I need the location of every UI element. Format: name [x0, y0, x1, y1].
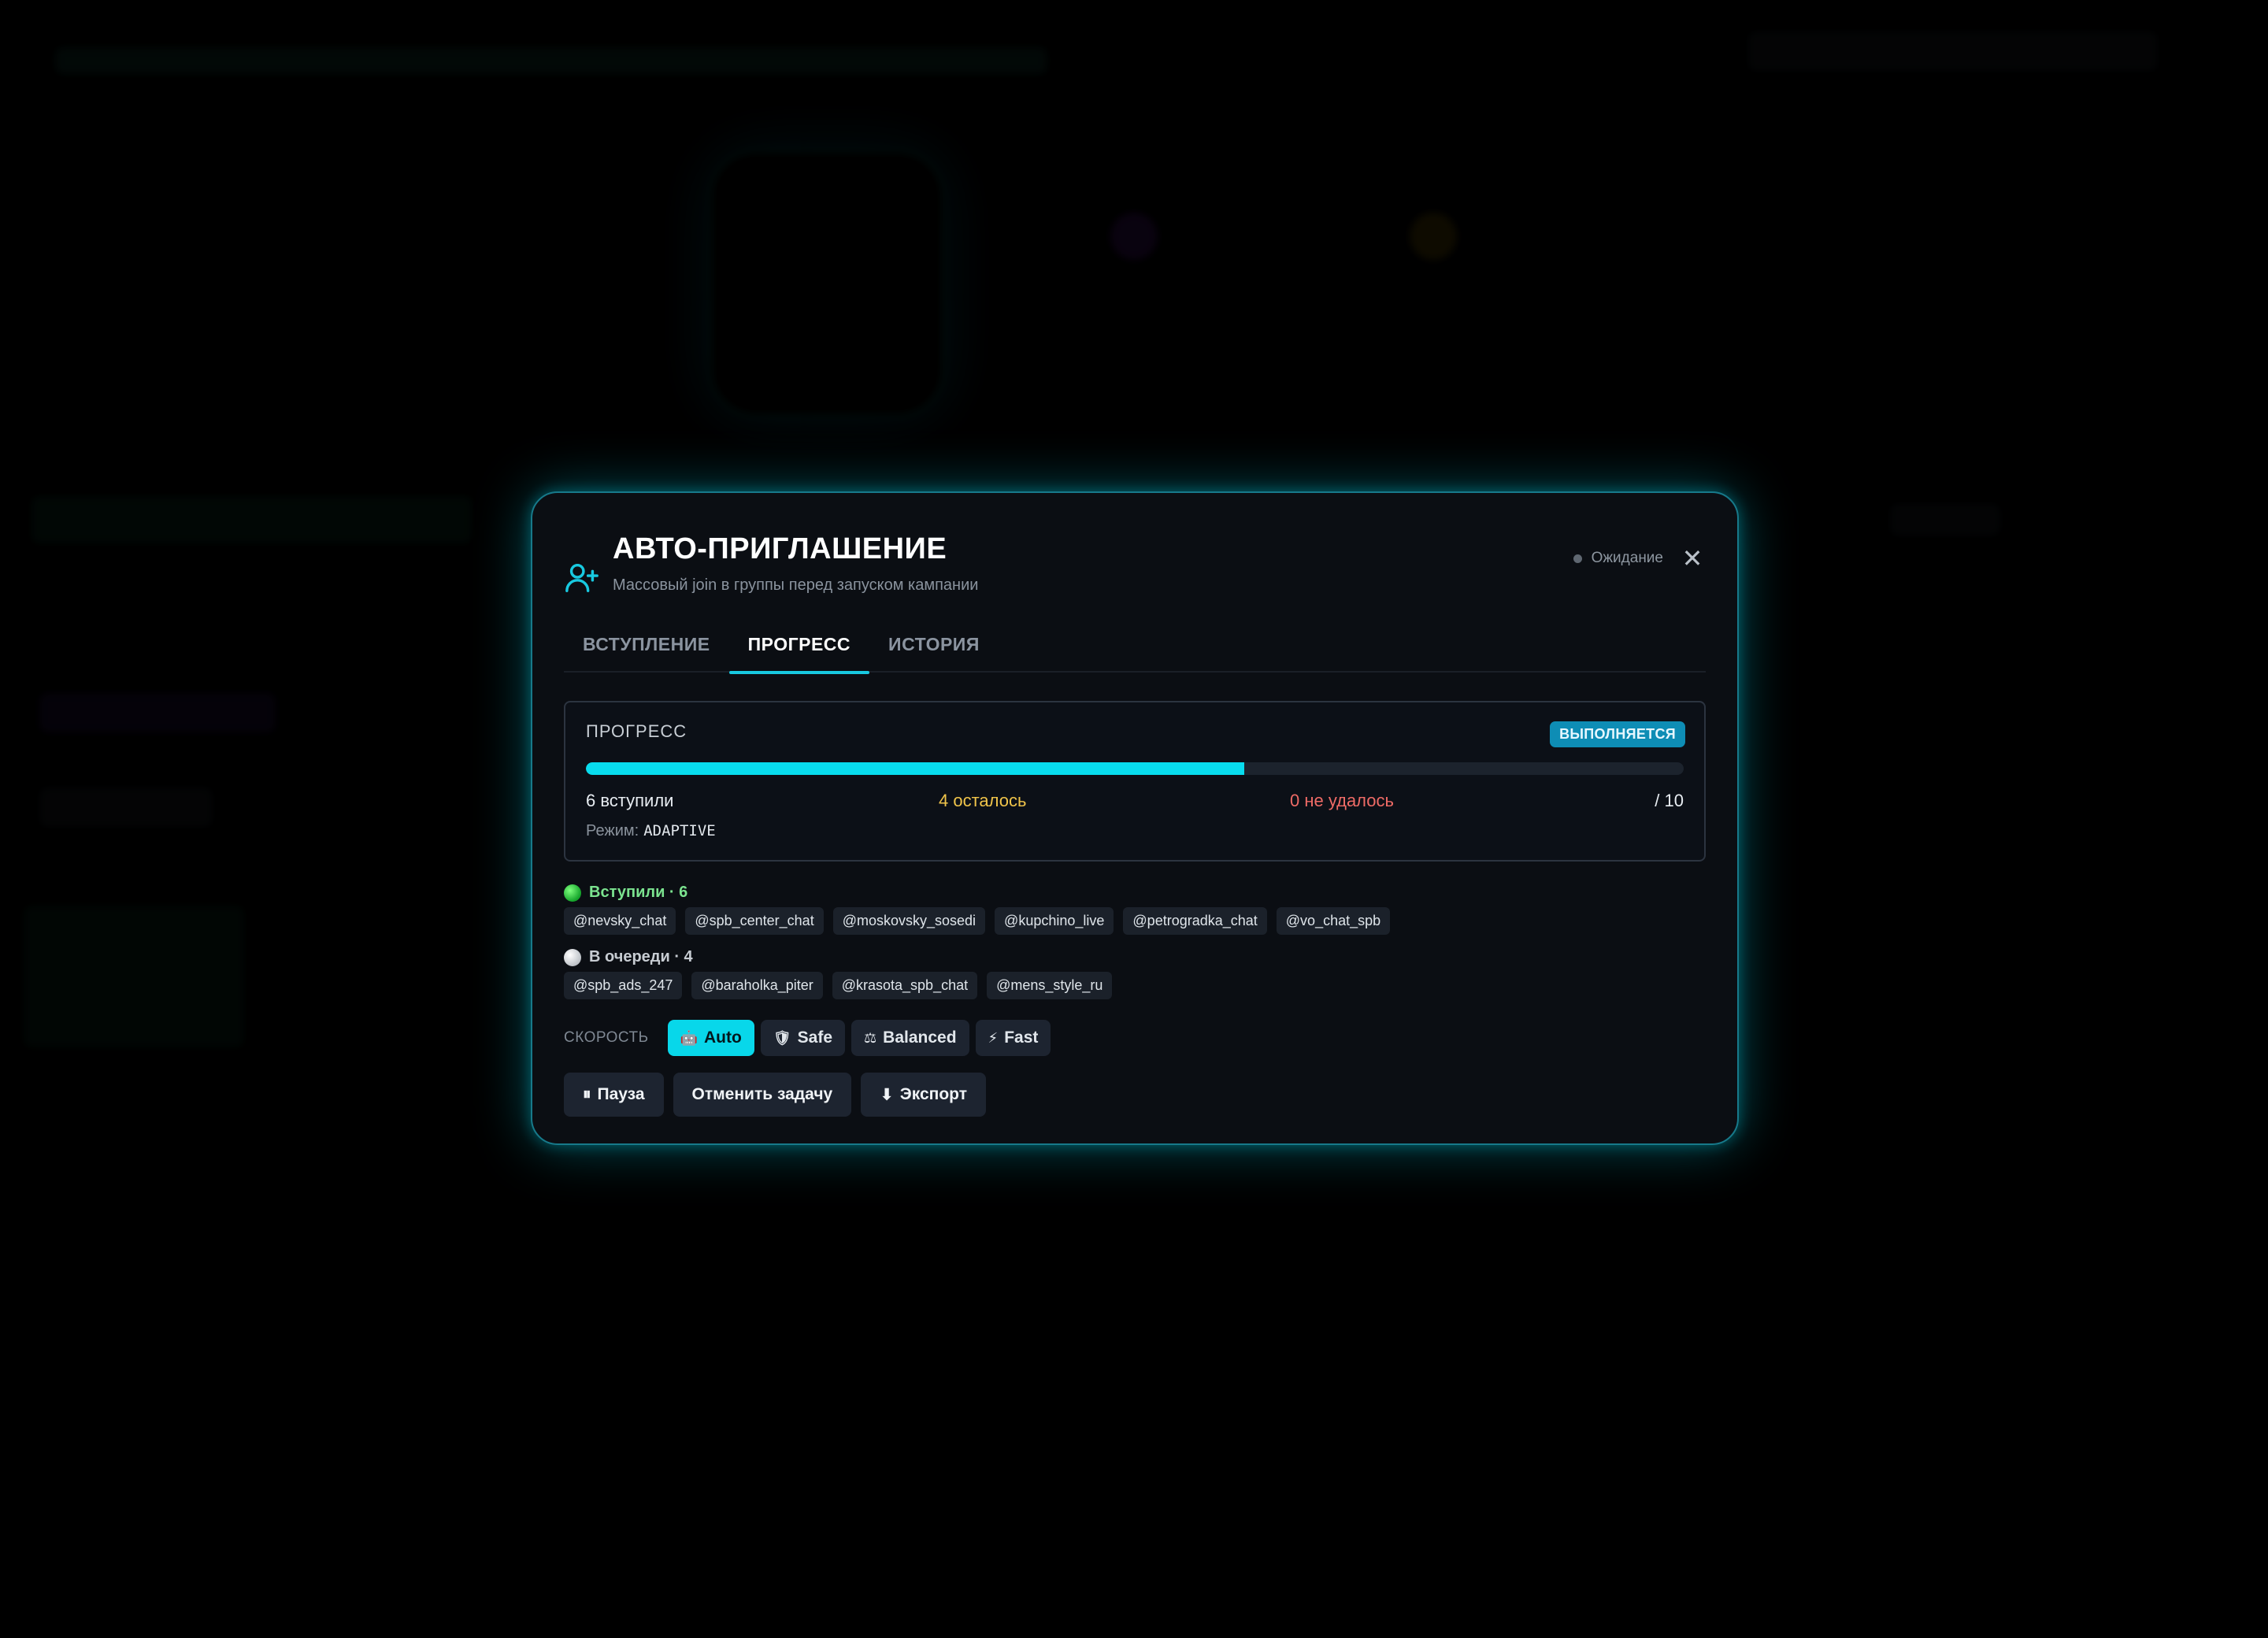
close-icon: ✕ [1681, 544, 1703, 573]
remaining-count: 4 осталось [939, 791, 1027, 810]
speed-fast-label: Fast [1004, 1028, 1039, 1047]
speed-selector: СКОРОСТЬ 🤖 Auto 🛡 Safe ⚖ Balanced ⚡ Fast [564, 1019, 1051, 1057]
queue-chips: @spb_ads_247 @baraholka_piter @krasota_s… [564, 972, 1113, 999]
download-icon: ⬇ [880, 1085, 894, 1104]
chip-joined[interactable]: @moskovsky_sosedi [832, 907, 986, 935]
chip-queued[interactable]: @spb_ads_247 [564, 972, 683, 999]
speed-safe-button[interactable]: 🛡 Safe [760, 1020, 846, 1056]
total-count: / 10 [1655, 791, 1684, 810]
mode-label: Режим: [586, 822, 639, 839]
user-plus-icon [565, 563, 598, 592]
status-badge: ВЫПОЛНЯЕТСЯ [1550, 721, 1685, 747]
failed-count: 0 не удалось [1290, 791, 1394, 810]
close-button[interactable]: ✕ [1679, 544, 1706, 573]
queue-group-title: В очереди · 4 [589, 948, 693, 965]
progress-label: ПРОГРЕСС [586, 721, 687, 741]
status-dot-icon [1573, 554, 1582, 563]
chip-joined[interactable]: @petrogradka_chat [1123, 907, 1267, 935]
mode-value: ADAPTIVE [643, 822, 716, 839]
export-button[interactable]: ⬇ Экспорт [861, 1073, 986, 1117]
cancel-task-button[interactable]: Отменить задачу [673, 1073, 852, 1117]
white-circle-icon [564, 948, 581, 966]
tab-join[interactable]: ВСТУПЛЕНИЕ [564, 624, 729, 673]
green-circle-icon [564, 884, 581, 902]
status-indicator: Ожидание [1573, 550, 1663, 567]
tab-progress[interactable]: ПРОГРЕСС [728, 624, 870, 674]
export-label: Экспорт [899, 1085, 967, 1103]
tab-bar: ВСТУПЛЕНИЕ ПРОГРЕСС ИСТОРИЯ [564, 624, 1706, 674]
speed-fast-button[interactable]: ⚡ Fast [975, 1020, 1051, 1056]
modal-title: АВТО-ПРИГЛАШЕНИЕ [613, 532, 947, 565]
pause-button[interactable]: ⏸ Пауза [564, 1073, 664, 1117]
chip-joined[interactable]: @spb_center_chat [685, 907, 824, 935]
joined-chips: @nevsky_chat @spb_center_chat @moskovsky… [564, 907, 1391, 935]
speed-balanced-button[interactable]: ⚖ Balanced [851, 1020, 969, 1056]
progress-fill [586, 762, 1245, 775]
joined-group-title: Вступили · 6 [589, 884, 688, 901]
joined-group-header: Вступили · 6 [564, 884, 687, 902]
cancel-task-label: Отменить задачу [691, 1085, 833, 1103]
pause-label: Пауза [597, 1085, 645, 1103]
chip-queued[interactable]: @baraholka_piter [691, 972, 823, 999]
speed-auto-button[interactable]: 🤖 Auto [667, 1020, 754, 1056]
speed-safe-label: Safe [797, 1028, 833, 1047]
chip-joined[interactable]: @vo_chat_spb [1276, 907, 1391, 935]
speed-label: СКОРОСТЬ [564, 1029, 649, 1046]
tab-history[interactable]: ИСТОРИЯ [869, 624, 999, 673]
modal-subtitle: Массовый join в группы перед запуском ка… [613, 576, 979, 594]
robot-icon: 🤖 [680, 1029, 698, 1046]
lightning-icon: ⚡ [988, 1029, 999, 1046]
chip-joined[interactable]: @nevsky_chat [564, 907, 676, 935]
mode-row: Режим: ADAPTIVE [586, 822, 716, 840]
action-buttons: ⏸ Пауза Отменить задачу ⬇ Экспорт [564, 1073, 986, 1117]
pause-icon: ⏸ [583, 1085, 591, 1103]
modal-header: АВТО-ПРИГЛАШЕНИЕ Массовый join в группы … [564, 528, 1706, 606]
progress-card: ПРОГРЕСС ВЫПОЛНЯЕТСЯ 6 вступили 4 остало… [564, 701, 1706, 862]
progress-stats: 6 вступили 4 осталось 0 не удалось / 10 [586, 791, 1684, 814]
chip-joined[interactable]: @kupchino_live [995, 907, 1114, 935]
joined-count: 6 вступили [586, 791, 674, 810]
chip-queued[interactable]: @mens_style_ru [987, 972, 1113, 999]
queue-group-header: В очереди · 4 [564, 948, 693, 966]
progress-track [586, 762, 1684, 775]
auto-invite-modal: АВТО-ПРИГЛАШЕНИЕ Массовый join в группы … [531, 491, 1739, 1145]
scales-icon: ⚖ [864, 1029, 877, 1046]
shield-icon: 🛡 [773, 1029, 791, 1046]
speed-auto-label: Auto [703, 1028, 742, 1047]
speed-balanced-label: Balanced [883, 1028, 957, 1047]
status-text: Ожидание [1591, 550, 1663, 566]
chip-queued[interactable]: @krasota_spb_chat [832, 972, 978, 999]
